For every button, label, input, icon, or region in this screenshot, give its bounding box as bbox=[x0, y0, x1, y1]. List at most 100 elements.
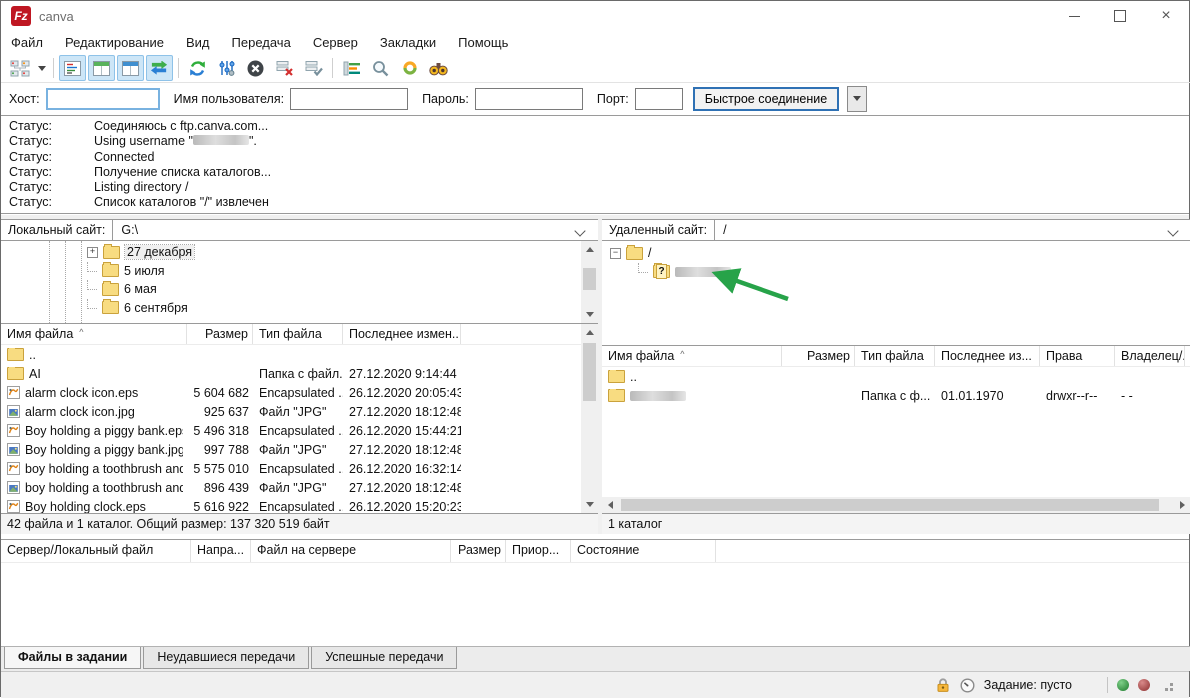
scrollbar-thumb[interactable] bbox=[621, 499, 1159, 511]
queue-column-header-3[interactable]: Размер bbox=[451, 540, 506, 562]
process-queue-button[interactable] bbox=[213, 55, 240, 81]
toolbar-separator bbox=[178, 58, 179, 78]
local-file-row[interactable]: boy holding a toothbrush and t...5 575 0… bbox=[1, 459, 598, 478]
remote-site-combobox[interactable]: / bbox=[715, 220, 1190, 240]
speed-gauge-icon[interactable] bbox=[960, 678, 975, 693]
scroll-left-button[interactable] bbox=[602, 497, 619, 513]
queue-column-header-2[interactable]: Файл на сервере bbox=[251, 540, 451, 562]
queue-column-header-4[interactable]: Приор... bbox=[506, 540, 571, 562]
menu-item-6[interactable]: Помощь bbox=[458, 35, 508, 50]
menu-item-0[interactable]: Файл bbox=[11, 35, 43, 50]
remote-file-row[interactable]: .. bbox=[602, 367, 1190, 386]
local-file-row[interactable]: .. bbox=[1, 345, 598, 364]
eps-file-icon bbox=[7, 386, 20, 399]
file-name-text: Boy holding clock.eps bbox=[25, 500, 146, 514]
tab-2[interactable]: Успешные передачи bbox=[311, 647, 457, 669]
resize-grip[interactable] bbox=[1161, 679, 1173, 691]
local-tree-item[interactable]: 5 июля bbox=[87, 262, 598, 281]
local-file-row[interactable]: Boy holding clock.eps5 616 922Encapsulat… bbox=[1, 497, 598, 513]
local-tree-item[interactable]: 6 сентября bbox=[87, 299, 598, 318]
local-file-row[interactable]: alarm clock icon.eps5 604 682Encapsulate… bbox=[1, 383, 598, 402]
scrollbar-thumb[interactable] bbox=[583, 343, 596, 401]
local-file-row[interactable]: boy holding a toothbrush and t...896 439… bbox=[1, 478, 598, 497]
remote-tree-item[interactable]: ? bbox=[610, 263, 1190, 282]
column-header-3[interactable]: Последнее из... bbox=[935, 346, 1040, 366]
quickconnect-button[interactable]: Быстрое соединение bbox=[693, 87, 839, 111]
local-file-row[interactable]: AIПапка с файл...27.12.2020 9:14:44 bbox=[1, 364, 598, 383]
site-manager-dropdown-button[interactable] bbox=[34, 56, 49, 80]
menu-item-3[interactable]: Передача bbox=[232, 35, 291, 50]
file-modified-cell: 26.12.2020 16:32:14 bbox=[343, 462, 461, 476]
column-header-0[interactable]: Имя файла^ bbox=[1, 324, 187, 344]
local-file-row[interactable]: alarm clock icon.jpg925 637Файл "JPG"27.… bbox=[1, 402, 598, 421]
local-list-scrollbar[interactable] bbox=[581, 324, 598, 513]
local-site-combobox[interactable]: G:\ bbox=[113, 220, 598, 240]
disconnect-button[interactable] bbox=[271, 55, 298, 81]
local-file-row[interactable]: Boy holding a piggy bank.eps5 496 318Enc… bbox=[1, 421, 598, 440]
local-tree-item[interactable]: 6 мая bbox=[87, 280, 598, 299]
scrollbar-thumb[interactable] bbox=[583, 268, 596, 290]
cancel-button[interactable] bbox=[242, 55, 269, 81]
column-header-5[interactable]: Владелец/... bbox=[1115, 346, 1185, 366]
maximize-button[interactable] bbox=[1097, 1, 1143, 31]
chevron-down-icon[interactable] bbox=[1167, 225, 1178, 236]
column-header-1[interactable]: Размер bbox=[187, 324, 253, 344]
scroll-right-button[interactable] bbox=[1174, 497, 1190, 513]
port-input[interactable] bbox=[635, 88, 683, 110]
remote-horizontal-scrollbar[interactable] bbox=[602, 497, 1190, 513]
local-tree-scrollbar[interactable] bbox=[581, 241, 598, 323]
remote-tree-item[interactable]: −/ bbox=[610, 244, 1190, 263]
column-header-2[interactable]: Тип файла bbox=[253, 324, 343, 344]
file-name-text: boy holding a toothbrush and t... bbox=[25, 462, 183, 476]
queue-column-header-1[interactable]: Напра... bbox=[191, 540, 251, 562]
menu-item-2[interactable]: Вид bbox=[186, 35, 210, 50]
file-modified-cell: 27.12.2020 18:12:48 bbox=[343, 405, 461, 419]
reconnect-button[interactable] bbox=[300, 55, 327, 81]
menu-item-1[interactable]: Редактирование bbox=[65, 35, 164, 50]
toggle-message-log-button[interactable] bbox=[59, 55, 86, 81]
synchronized-browsing-button[interactable] bbox=[367, 55, 394, 81]
refresh-button[interactable] bbox=[184, 55, 211, 81]
password-input[interactable] bbox=[475, 88, 583, 110]
directory-filters-button[interactable] bbox=[396, 55, 423, 81]
column-header-4[interactable]: Права bbox=[1040, 346, 1115, 366]
scroll-up-button[interactable] bbox=[581, 324, 598, 341]
chevron-down-icon bbox=[38, 66, 46, 71]
local-tree-item[interactable]: +27 декабря bbox=[87, 243, 598, 262]
remote-file-row[interactable]: Папка с ф...01.01.1970drwxr--r--- - bbox=[602, 386, 1190, 405]
tab-1[interactable]: Неудавшиеся передачи bbox=[143, 647, 309, 669]
host-input[interactable] bbox=[46, 88, 160, 110]
tree-guide-line bbox=[81, 241, 82, 323]
chevron-down-icon[interactable] bbox=[574, 225, 585, 236]
queue-column-header-0[interactable]: Сервер/Локальный файл bbox=[1, 540, 191, 562]
toggle-transfer-queue-button[interactable] bbox=[146, 55, 173, 81]
tab-0[interactable]: Файлы в задании bbox=[4, 647, 141, 669]
scroll-down-button[interactable] bbox=[581, 306, 598, 323]
menu-item-5[interactable]: Закладки bbox=[380, 35, 436, 50]
file-modified-cell: 26.12.2020 20:05:43 bbox=[343, 386, 461, 400]
file-size-cell: 925 637 bbox=[187, 405, 253, 419]
username-input[interactable] bbox=[290, 88, 408, 110]
local-file-row[interactable]: Boy holding a piggy bank.jpg997 788Файл … bbox=[1, 440, 598, 459]
toggle-message-log-icon bbox=[64, 61, 81, 76]
quickconnect-dropdown-button[interactable] bbox=[847, 86, 867, 112]
minimize-button[interactable] bbox=[1051, 1, 1097, 31]
column-header-3[interactable]: Последнее измен... bbox=[343, 324, 461, 344]
expand-plus-icon[interactable]: + bbox=[87, 247, 98, 258]
column-header-1[interactable]: Размер bbox=[782, 346, 855, 366]
scroll-up-button[interactable] bbox=[581, 241, 598, 258]
folder-icon bbox=[626, 247, 643, 260]
minimize-icon bbox=[1069, 16, 1080, 17]
site-manager-button[interactable] bbox=[6, 55, 33, 81]
toggle-remote-tree-button[interactable] bbox=[117, 55, 144, 81]
queue-column-header-5[interactable]: Состояние bbox=[571, 540, 716, 562]
column-header-0[interactable]: Имя файла^ bbox=[602, 346, 782, 366]
find-files-button[interactable] bbox=[425, 55, 452, 81]
toggle-local-tree-button[interactable] bbox=[88, 55, 115, 81]
scroll-down-button[interactable] bbox=[581, 496, 598, 513]
menu-item-4[interactable]: Сервер bbox=[313, 35, 358, 50]
collapse-minus-icon[interactable]: − bbox=[610, 248, 621, 259]
close-button[interactable]: × bbox=[1143, 1, 1189, 31]
column-header-2[interactable]: Тип файла bbox=[855, 346, 935, 366]
directory-comparison-button[interactable] bbox=[338, 55, 365, 81]
